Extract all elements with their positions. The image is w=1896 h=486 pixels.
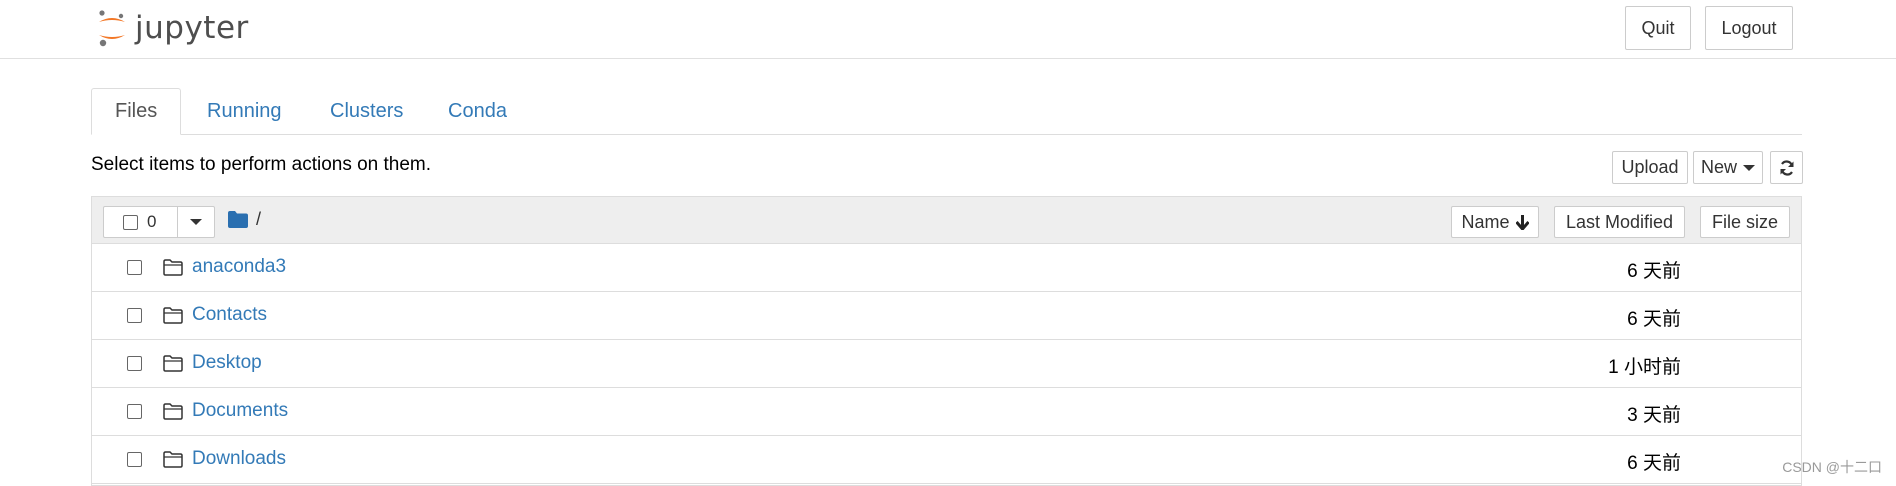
selection-hint: Select items to perform actions on them. [91, 154, 432, 175]
item-modified: 6 天前 [1627, 309, 1681, 330]
logo-text: jupyter [135, 10, 249, 46]
item-modified: 1 小时前 [1608, 357, 1681, 378]
list-item[interactable]: Documents 3 天前 [92, 388, 1801, 436]
arrow-down-icon [1515, 214, 1529, 230]
item-name-link[interactable]: Downloads [192, 448, 286, 470]
item-modified: 3 天前 [1627, 405, 1681, 426]
new-button-label: New [1700, 157, 1737, 177]
select-all-toggle[interactable]: 0 [104, 207, 178, 237]
folder-icon [163, 451, 183, 468]
breadcrumb-root[interactable]: / [256, 209, 261, 230]
chevron-down-icon [190, 219, 202, 225]
folder-icon[interactable] [228, 211, 248, 228]
tab-conda[interactable]: Conda [425, 88, 530, 134]
folder-icon [163, 259, 183, 276]
jupyter-logo[interactable]: jupyter [97, 6, 249, 50]
item-modified: 6 天前 [1627, 453, 1681, 474]
tab-clusters[interactable]: Clusters [307, 88, 426, 134]
list-item[interactable]: Downloads 6 天前 [92, 436, 1801, 484]
select-all-checkbox[interactable] [123, 214, 138, 230]
sort-file-size-button[interactable]: File size [1700, 206, 1790, 238]
item-name-link[interactable]: Documents [192, 400, 288, 422]
item-name-link[interactable]: Desktop [192, 352, 262, 374]
sort-name-label: Name [1461, 211, 1510, 232]
item-name-link[interactable]: anaconda3 [192, 256, 286, 278]
file-list: 0 / Name Last Modified File size anacond… [91, 196, 1802, 486]
header-bar: jupyter Quit Logout [0, 0, 1896, 59]
folder-icon [163, 355, 183, 372]
list-item[interactable]: anaconda3 6 天前 [92, 244, 1801, 292]
row-checkbox[interactable] [127, 260, 142, 275]
sort-name-button[interactable]: Name [1451, 206, 1539, 238]
folder-icon [163, 403, 183, 420]
select-dropdown-button[interactable] [178, 207, 214, 237]
upload-button[interactable]: Upload [1612, 151, 1688, 184]
chevron-down-icon [1743, 164, 1755, 171]
new-button[interactable]: New [1693, 151, 1763, 184]
select-all-group: 0 [103, 206, 215, 238]
file-list-header: 0 / Name Last Modified File size [92, 197, 1801, 244]
refresh-button[interactable] [1770, 151, 1803, 184]
item-name-link[interactable]: Contacts [192, 304, 267, 326]
breadcrumb: / [228, 209, 261, 230]
quit-button[interactable]: Quit [1625, 6, 1691, 50]
tab-files[interactable]: Files [91, 88, 182, 135]
folder-icon [163, 307, 183, 324]
jupyter-logo-icon [99, 10, 125, 47]
row-checkbox[interactable] [127, 404, 142, 419]
tab-bar: Files Running Clusters Conda [91, 88, 1802, 135]
watermark: CSDN @十二口 [1782, 459, 1882, 475]
list-item[interactable]: Contacts 6 天前 [92, 292, 1801, 340]
list-item[interactable]: Desktop 1 小时前 [92, 340, 1801, 388]
row-checkbox[interactable] [127, 356, 142, 371]
sort-last-modified-button[interactable]: Last Modified [1554, 206, 1685, 238]
refresh-icon [1780, 159, 1793, 176]
logout-button[interactable]: Logout [1705, 6, 1793, 50]
tab-running[interactable]: Running [184, 88, 305, 134]
row-checkbox[interactable] [127, 308, 142, 323]
row-checkbox[interactable] [127, 452, 142, 467]
item-modified: 6 天前 [1627, 261, 1681, 282]
selected-count: 0 [147, 212, 157, 231]
